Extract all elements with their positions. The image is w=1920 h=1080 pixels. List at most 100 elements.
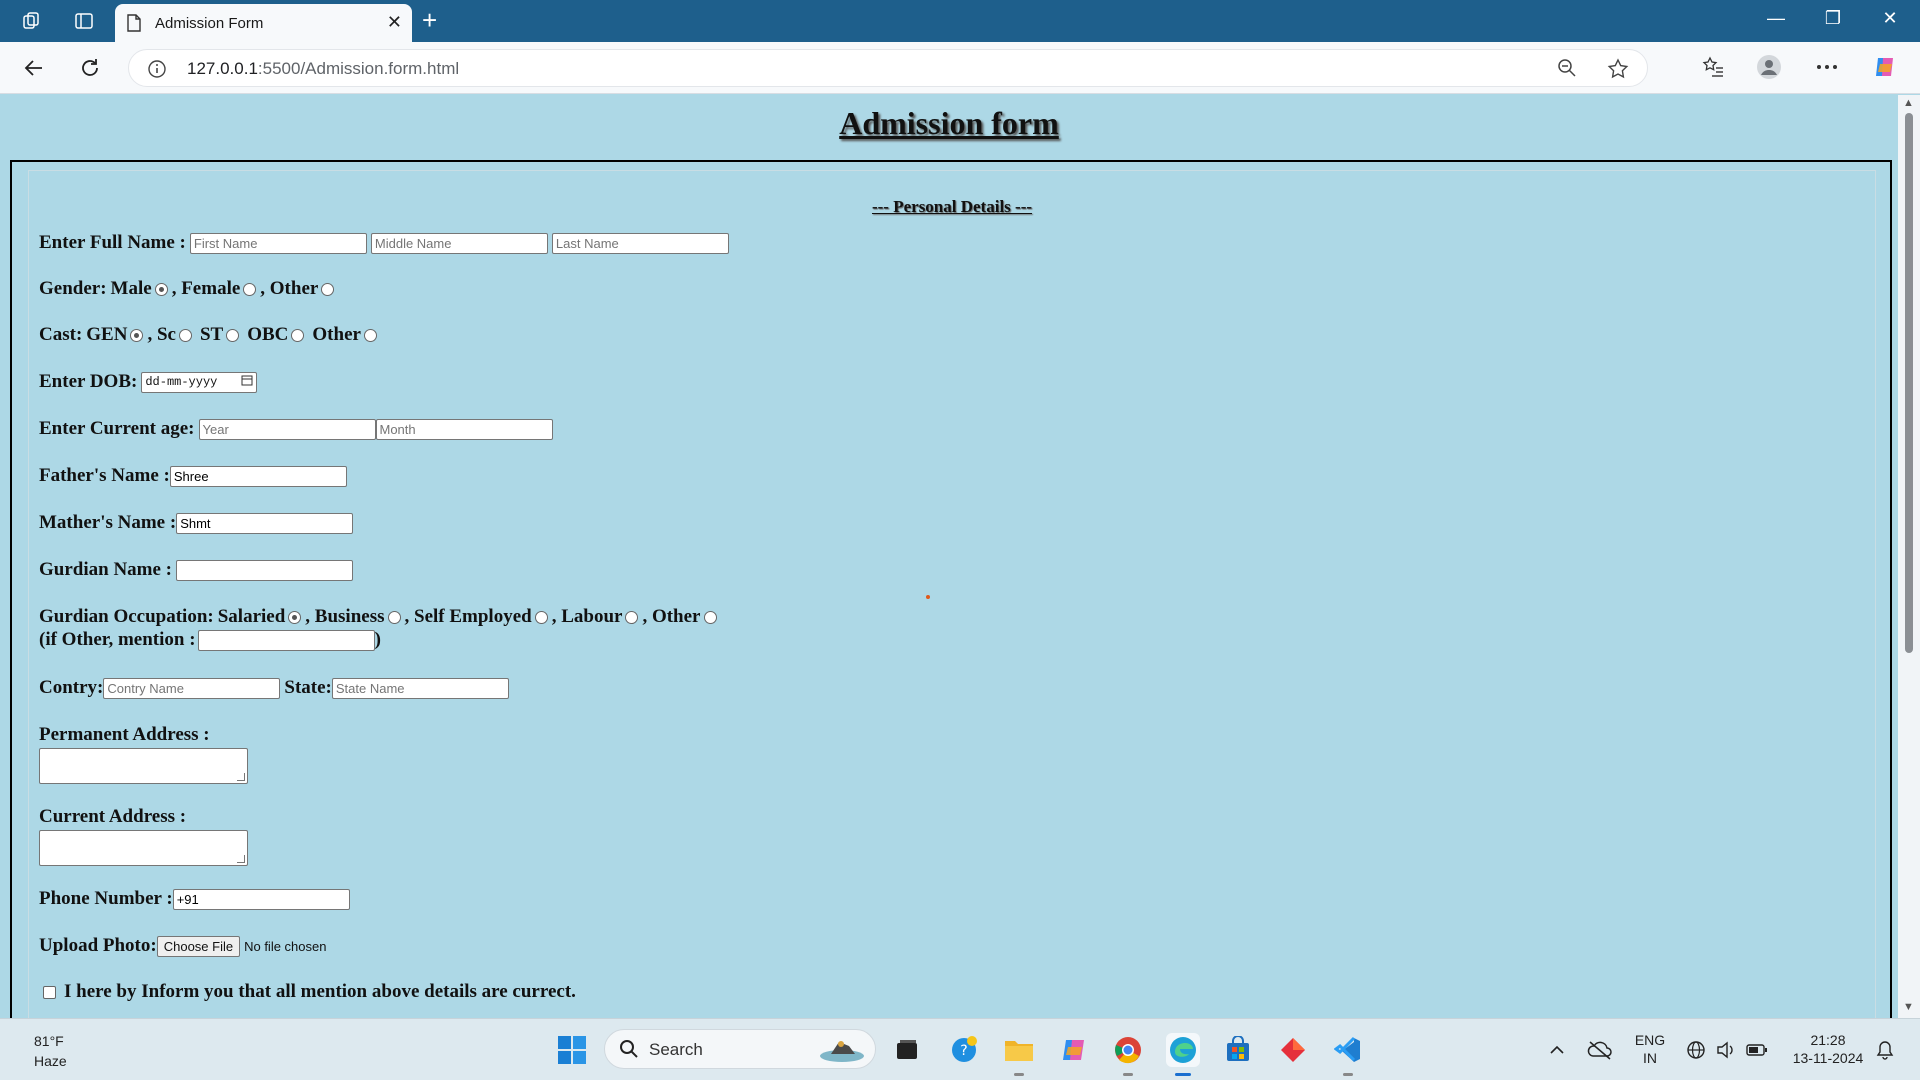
phone-input[interactable]: +91: [172, 888, 350, 910]
chrome-icon[interactable]: [1111, 1033, 1145, 1076]
close-tab-icon[interactable]: ✕: [387, 12, 402, 33]
guardian-row: Gurdian Name :: [39, 559, 357, 581]
middle-name-input[interactable]: Middle Name: [370, 232, 548, 254]
permanent-address-textarea[interactable]: [39, 748, 248, 784]
start-windows-icon[interactable]: [555, 1033, 589, 1067]
full-name-row: Enter Full Name : First Name Middle Name…: [39, 232, 733, 254]
cast-gen-label: GEN: [86, 324, 128, 345]
permanent-address-row: Permanent Address :: [39, 724, 210, 746]
father-name-input[interactable]: Shree: [169, 465, 347, 487]
gender-other-radio[interactable]: [321, 282, 335, 296]
profile-avatar-icon[interactable]: [1756, 54, 1782, 80]
store-icon[interactable]: [1221, 1033, 1255, 1067]
refresh-icon[interactable]: [76, 54, 104, 82]
copilot-app-icon[interactable]: [1057, 1033, 1091, 1067]
occupation-salaried-radio[interactable]: [288, 610, 302, 624]
dob-placeholder: dd-mm-yyyy: [145, 375, 218, 389]
onedrive-offline-icon[interactable]: [1585, 1033, 1615, 1067]
cast-gen-radio[interactable]: [130, 328, 144, 342]
first-name-input[interactable]: First Name: [189, 232, 367, 254]
choose-file-button[interactable]: Choose File: [156, 935, 241, 957]
active-indicator: [1175, 1073, 1191, 1076]
phone-row: Phone Number : +91: [39, 888, 354, 910]
language-code: ENG: [1634, 1032, 1666, 1048]
gender-male-radio[interactable]: [154, 282, 168, 296]
age-label: Enter Current age:: [39, 418, 195, 439]
occupation-other-label: , Other: [642, 606, 701, 627]
cast-obc-radio[interactable]: [291, 328, 305, 342]
restore-icon[interactable]: ❐: [1813, 8, 1853, 29]
search-icon: [619, 1039, 639, 1064]
occupation-other-radio[interactable]: [703, 610, 717, 624]
scroll-down-icon[interactable]: ▼: [1903, 1001, 1914, 1013]
language-indicator[interactable]: ENG IN: [1628, 1031, 1672, 1067]
cast-row: Cast: GEN , Sc ST OBC Other: [39, 324, 381, 346]
taskbar-search-box[interactable]: Search: [604, 1029, 876, 1069]
cast-st-radio[interactable]: [226, 328, 240, 342]
favorite-star-icon[interactable]: [1607, 58, 1629, 85]
favorites-icon[interactable]: [1700, 54, 1726, 80]
battery-icon[interactable]: [1744, 1033, 1770, 1067]
file-explorer-icon[interactable]: [1002, 1033, 1036, 1076]
age-month-input[interactable]: Month: [375, 418, 553, 440]
weather-widget[interactable]: 81°F Haze: [34, 1031, 67, 1071]
photo-label: Upload Photo:: [39, 935, 157, 956]
minimize-icon[interactable]: —: [1756, 8, 1796, 29]
clock[interactable]: 21:28 13-11-2024: [1778, 1031, 1878, 1067]
copilot-icon[interactable]: [1872, 54, 1898, 80]
close-window-icon[interactable]: ✕: [1870, 8, 1910, 29]
tab-actions-icon[interactable]: [72, 9, 96, 33]
language-region: IN: [1643, 1050, 1657, 1066]
notifications-bell-icon[interactable]: [1872, 1033, 1898, 1067]
occupation-label: Gurdian Occupation:: [39, 606, 214, 627]
occupation-business-radio[interactable]: [387, 610, 401, 624]
scroll-thumb[interactable]: [1905, 113, 1913, 653]
declaration-checkbox[interactable]: [43, 985, 56, 999]
occupation-labour-radio[interactable]: [625, 610, 639, 624]
occupation-other-input[interactable]: [197, 629, 375, 651]
more-options-icon[interactable]: [1814, 54, 1840, 80]
gender-female-radio[interactable]: [243, 282, 257, 296]
volume-icon[interactable]: [1714, 1033, 1738, 1067]
current-address-textarea[interactable]: [39, 830, 248, 866]
running-indicator: [1014, 1073, 1024, 1076]
last-name-input[interactable]: Last Name: [551, 232, 729, 254]
edge-icon[interactable]: [1166, 1033, 1200, 1076]
cast-other-radio[interactable]: [363, 328, 377, 342]
search-highlight-icon: [817, 1036, 867, 1064]
gender-label: Gender:: [39, 278, 107, 299]
site-info-icon[interactable]: [147, 59, 167, 84]
permanent-address-label: Permanent Address :: [39, 724, 210, 745]
task-view-icon[interactable]: [890, 1033, 924, 1067]
vscode-icon[interactable]: [1331, 1033, 1365, 1076]
country-input[interactable]: Contry Name: [103, 677, 281, 699]
network-globe-icon[interactable]: [1684, 1033, 1708, 1067]
cast-sc-radio[interactable]: [178, 328, 192, 342]
dob-date-input[interactable]: dd-mm-yyyy: [141, 371, 258, 393]
help-app-icon[interactable]: ?: [947, 1033, 981, 1067]
guardian-name-input[interactable]: [176, 559, 353, 581]
current-address-label: Current Address :: [39, 806, 187, 827]
page-scrollbar[interactable]: ▲ ▼: [1898, 95, 1920, 1018]
red-diamond-app-icon[interactable]: [1276, 1033, 1310, 1067]
phone-label: Phone Number :: [39, 888, 173, 909]
current-address-row: Current Address :: [39, 806, 186, 828]
mother-name-input[interactable]: Shmt: [176, 512, 354, 534]
father-label: Father's Name :: [39, 465, 170, 486]
zoom-out-icon[interactable]: [1557, 58, 1577, 83]
occupation-other-mention-label: (if Other, mention :: [39, 629, 196, 650]
occupation-salaried-label: Salaried: [217, 606, 286, 627]
show-hidden-icons-icon[interactable]: [1545, 1033, 1569, 1067]
occupation-self-employed-radio[interactable]: [534, 610, 548, 624]
age-year-input[interactable]: Year: [198, 418, 376, 440]
address-bar[interactable]: 127.0.0.1:5500/Admission.form.html: [128, 49, 1648, 87]
running-indicator: [1123, 1073, 1133, 1076]
url-text: 127.0.0.1:5500/Admission.form.html: [187, 59, 460, 78]
new-tab-icon[interactable]: +: [422, 6, 437, 34]
workspaces-icon[interactable]: [20, 9, 44, 33]
calendar-icon[interactable]: [241, 374, 253, 390]
tab-admission-form[interactable]: Admission Form ✕: [115, 4, 412, 42]
back-icon[interactable]: [20, 54, 48, 82]
scroll-up-icon[interactable]: ▲: [1903, 97, 1914, 109]
state-input[interactable]: State Name: [331, 677, 509, 699]
